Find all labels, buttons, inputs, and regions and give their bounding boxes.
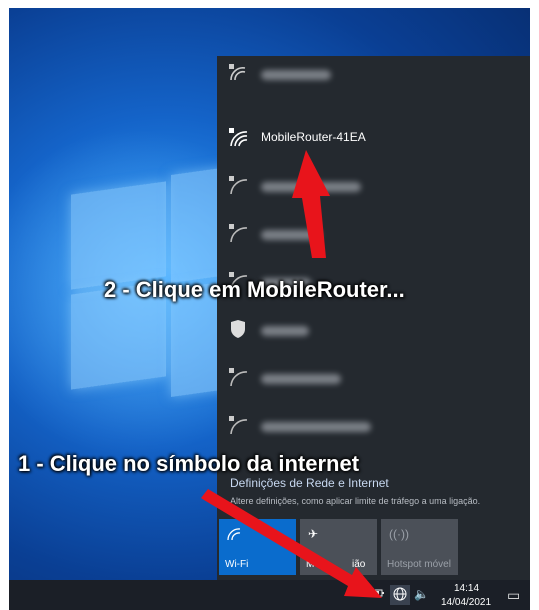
blurred-network-name xyxy=(261,70,331,80)
network-settings-description: Altere definições, como aplicar limite d… xyxy=(230,496,481,506)
network-tray-button[interactable] xyxy=(390,585,410,605)
globe-network-icon xyxy=(393,587,407,606)
airplane-tile-label-left: M xyxy=(306,559,315,570)
network-item-blurred[interactable] xyxy=(217,360,530,400)
network-settings-link[interactable]: Definições de Rede e Internet xyxy=(230,476,389,490)
blurred-network-name xyxy=(261,182,361,192)
wifi-lock-icon xyxy=(227,414,251,438)
network-item-blurred[interactable] xyxy=(217,408,530,448)
annotation-step-2: 2 - Clique em MobileRouter... xyxy=(104,277,405,302)
hotspot-icon: ((·)) xyxy=(389,527,409,541)
network-item-blurred[interactable] xyxy=(217,312,530,352)
battery-icon[interactable] xyxy=(371,587,385,602)
blurred-network-name xyxy=(261,422,371,432)
blurred-network-name xyxy=(261,230,321,240)
network-item-blurred[interactable] xyxy=(217,168,530,208)
blurred-network-name xyxy=(261,326,309,336)
wifi-toggle-tile[interactable]: Wi-Fi xyxy=(219,519,296,575)
chevron-up-icon[interactable]: ^ xyxy=(353,587,359,601)
network-flyout: MobileRouter-41EA Definições de Rede e I… xyxy=(217,56,530,584)
airplane-tile-label-right: ião xyxy=(352,559,366,570)
wifi-lock-icon xyxy=(227,222,251,246)
network-item-blurred[interactable] xyxy=(217,216,530,256)
wifi-lock-icon xyxy=(227,366,251,390)
action-center-icon[interactable]: ▭ xyxy=(507,587,520,604)
hotspot-tile-label: Hotspot móvel xyxy=(387,559,451,570)
blurred-network-name xyxy=(261,374,341,384)
shield-icon xyxy=(227,318,251,342)
wifi-lock-icon xyxy=(227,62,251,86)
network-item-mobilerouter[interactable]: MobileRouter-41EA xyxy=(217,120,530,160)
airplane-icon: ✈ xyxy=(308,527,319,541)
volume-icon[interactable]: 🔈 xyxy=(414,587,429,601)
clock-date[interactable]: 14/04/2021 xyxy=(441,597,491,608)
network-item-blurred[interactable] xyxy=(217,56,530,96)
wifi-lock-icon xyxy=(227,126,251,150)
desktop: MobileRouter-41EA Definições de Rede e I… xyxy=(9,8,530,610)
taskbar: ^ 🔈 14:14 14/04/2021 ▭ xyxy=(9,580,530,610)
wifi-icon xyxy=(227,527,241,544)
mobile-hotspot-tile[interactable]: ((·)) Hotspot móvel xyxy=(381,519,458,575)
clock-time[interactable]: 14:14 xyxy=(454,583,479,594)
network-name: MobileRouter-41EA xyxy=(261,130,366,144)
annotation-step-1: 1 - Clique no símbolo da internet xyxy=(18,451,360,476)
wifi-lock-icon xyxy=(227,174,251,198)
airplane-mode-tile[interactable]: ✈ M ião xyxy=(300,519,377,575)
wifi-tile-label: Wi-Fi xyxy=(225,559,249,570)
